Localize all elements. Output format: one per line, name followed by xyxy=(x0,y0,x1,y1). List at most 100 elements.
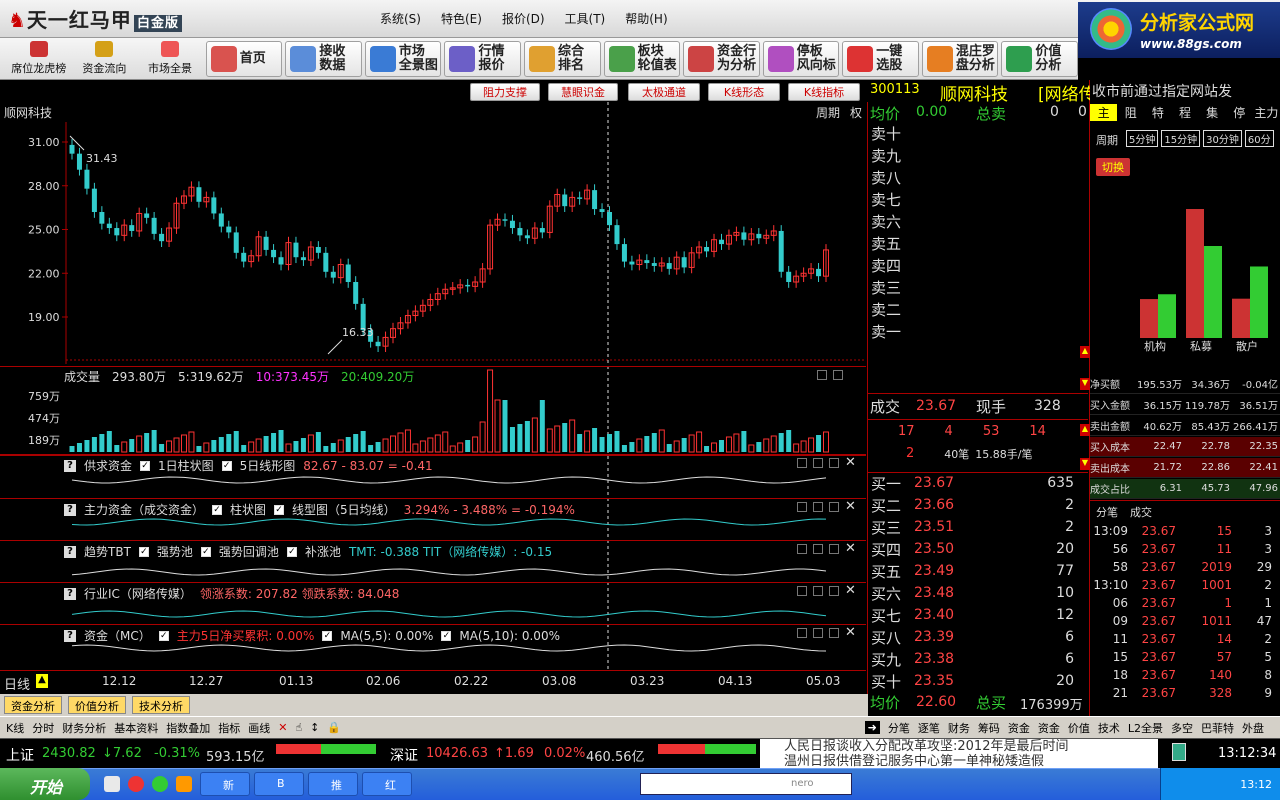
sub-button-1[interactable]: 慧眼识金 xyxy=(548,83,618,101)
func-right-3[interactable]: 筹码 xyxy=(978,720,1000,736)
toolbar-small-1[interactable]: 资金流向 xyxy=(72,41,138,76)
help-icon[interactable]: ? xyxy=(64,459,76,472)
edit-icon[interactable] xyxy=(813,586,823,596)
buy-level-row[interactable]: 买三 23.51 2 xyxy=(868,516,1088,538)
analysis-button-0[interactable]: 资金分析 xyxy=(4,696,62,714)
delete-icon[interactable]: ✕ xyxy=(278,721,287,734)
tab-chengjiao[interactable]: 成交 xyxy=(1130,504,1152,520)
analysis-button-1[interactable]: 价值分析 xyxy=(68,696,126,714)
tab-fenbi[interactable]: 分笔 xyxy=(1096,504,1118,520)
func-left-4[interactable]: 指数叠加 xyxy=(166,720,210,736)
close-icon[interactable]: ✕ xyxy=(845,626,856,639)
toolbar-button-0[interactable]: 首页 xyxy=(205,40,283,77)
taskbar-task[interactable]: 新 xyxy=(200,772,250,796)
func-right-8[interactable]: L2全景 xyxy=(1128,720,1163,736)
func-right-4[interactable]: 资金 xyxy=(1008,720,1030,736)
indicator-option[interactable]: 1日柱状图 xyxy=(158,457,214,474)
func-right-10[interactable]: 巴菲特 xyxy=(1201,720,1234,736)
settings-icon[interactable] xyxy=(797,586,807,596)
sub-button-2[interactable]: 太极通道 xyxy=(628,83,700,101)
help-icon[interactable]: ? xyxy=(64,503,76,516)
sell-scroll-down-icon[interactable]: ▼ xyxy=(1080,378,1090,390)
close-icon[interactable]: ✕ xyxy=(845,542,856,555)
settings-icon[interactable] xyxy=(797,544,807,554)
fund-tab-6[interactable]: 主力 xyxy=(1253,104,1280,121)
menu-item[interactable]: 工具(T) xyxy=(565,10,606,27)
buy-level-row[interactable]: 买七 23.40 12 xyxy=(868,604,1088,626)
news-ticker[interactable]: 人民日报谈收入分配改革攻坚:2012年是最后时间 温州日报供借登记服务中心第一单… xyxy=(760,739,1158,769)
search-box[interactable]: nero xyxy=(640,773,852,795)
indicator-option[interactable]: MA(5,10): 0.00% xyxy=(459,629,560,643)
indicator-option[interactable]: 强势回调池 xyxy=(219,543,279,560)
buy-level-row[interactable]: 买九 23.38 6 xyxy=(868,648,1088,670)
sell-level-row[interactable]: 卖二 xyxy=(868,298,1088,320)
buy-level-row[interactable]: 买八 23.39 6 xyxy=(868,626,1088,648)
func-left-6[interactable]: 画线 xyxy=(248,720,270,736)
toolbar-button-3[interactable]: 行情 报价 xyxy=(444,40,522,77)
menu-item[interactable]: 系统(S) xyxy=(380,10,421,27)
buy-level-row[interactable]: 买四 23.50 20 xyxy=(868,538,1088,560)
indicator-option[interactable]: 柱状图 xyxy=(230,501,266,518)
sell-scroll-up-icon[interactable]: ▲ xyxy=(1080,346,1090,358)
settings-icon[interactable] xyxy=(817,370,827,380)
indicator-option[interactable]: 补涨池 xyxy=(305,543,341,560)
edit-icon[interactable] xyxy=(813,458,823,468)
tray-app-icon[interactable] xyxy=(1172,743,1186,761)
menu-item[interactable]: 特色(E) xyxy=(441,10,482,27)
func-right-2[interactable]: 财务 xyxy=(948,720,970,736)
option-checkbox[interactable]: ✓ xyxy=(158,630,169,641)
taskbar-task[interactable]: B xyxy=(254,772,304,796)
func-right-0[interactable]: 分笔 xyxy=(888,720,910,736)
sub-button-0[interactable]: 阻力支撑 xyxy=(470,83,540,101)
option-checkbox[interactable]: ✓ xyxy=(221,460,232,471)
move-icon[interactable]: ↕ xyxy=(310,721,319,734)
menu-item[interactable]: 报价(D) xyxy=(502,10,545,27)
settings-icon[interactable] xyxy=(797,502,807,512)
news-line-2[interactable]: 温州日报供借登记服务中心第一单神秘矮造假 xyxy=(784,754,1158,769)
option-checkbox[interactable]: ✓ xyxy=(286,546,297,557)
option-checkbox[interactable]: ✓ xyxy=(322,630,333,641)
help-icon[interactable]: ? xyxy=(64,545,76,558)
close-icon[interactable]: ✕ xyxy=(845,500,856,513)
menu-item[interactable]: 帮助(H) xyxy=(625,10,667,27)
sell-level-row[interactable]: 卖六 xyxy=(868,210,1088,232)
option-checkbox[interactable]: ✓ xyxy=(212,504,223,515)
period-button-0[interactable]: 5分钟 xyxy=(1126,130,1159,147)
fund-tab-0[interactable]: 主 xyxy=(1090,104,1118,121)
func-left-1[interactable]: 分时 xyxy=(32,720,54,736)
sell-level-row[interactable]: 卖十 xyxy=(868,122,1088,144)
period-up-icon[interactable]: ▲ xyxy=(36,674,48,688)
toolbar-button-4[interactable]: 综合 排名 xyxy=(524,40,601,77)
buy-level-row[interactable]: 买五 23.49 77 xyxy=(868,560,1088,582)
sell-level-row[interactable]: 卖三 xyxy=(868,276,1088,298)
func-right-6[interactable]: 价值 xyxy=(1068,720,1090,736)
toolbar-button-7[interactable]: 停板 风向标 xyxy=(762,40,840,77)
toolbar-small-0[interactable]: 席位龙虎榜 xyxy=(6,41,72,76)
toolbar-button-8[interactable]: 一键 选股 xyxy=(842,40,919,77)
option-checkbox[interactable]: ✓ xyxy=(274,504,285,515)
option-checkbox[interactable]: ✓ xyxy=(138,546,149,557)
func-left-3[interactable]: 基本资料 xyxy=(114,720,158,736)
chart-area[interactable]: 顺网科技 周期 权 31.00 28.00 25.00 22.00 19.00 31.43… xyxy=(0,102,868,694)
toolbar-button-1[interactable]: 接收 数据 xyxy=(285,40,362,77)
zoom-icon[interactable] xyxy=(829,628,839,638)
zoom-icon[interactable] xyxy=(829,458,839,468)
option-checkbox[interactable]: ✓ xyxy=(441,630,452,641)
fund-tab-4[interactable]: 集 xyxy=(1199,104,1226,121)
start-button[interactable]: 开始 xyxy=(0,768,90,800)
period-button-3[interactable]: 60分 xyxy=(1244,130,1274,147)
zoom-icon[interactable] xyxy=(829,502,839,512)
period-button-1[interactable]: 15分钟 xyxy=(1161,130,1201,147)
zoom-icon[interactable] xyxy=(829,544,839,554)
taskbar-task[interactable]: 红 xyxy=(362,772,412,796)
sell-level-row[interactable]: 卖一 xyxy=(868,320,1088,342)
brand-banner[interactable]: 分析家公式网 www.88gs.com xyxy=(1078,2,1280,58)
func-right-5[interactable]: 资金 xyxy=(1038,720,1060,736)
app-icon[interactable] xyxy=(152,776,168,792)
desktop-icon[interactable] xyxy=(104,776,120,792)
close-icon[interactable]: ✕ xyxy=(845,456,856,469)
period-button-2[interactable]: 30分钟 xyxy=(1203,130,1242,147)
func-left-5[interactable]: 指标 xyxy=(218,720,240,736)
sell-level-row[interactable]: 卖九 xyxy=(868,144,1088,166)
indicator-option[interactable]: 主力5日净买累积: 0.00% xyxy=(177,627,315,644)
